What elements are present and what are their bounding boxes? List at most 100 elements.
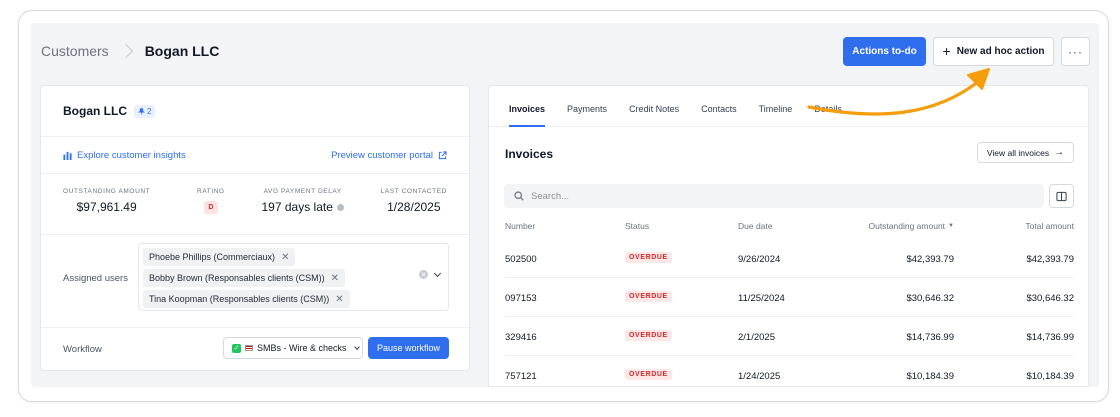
stat-label: OUTSTANDING AMOUNT bbox=[63, 188, 151, 195]
outstanding-amount: $42,393.79 bbox=[906, 254, 954, 265]
more-options-button[interactable]: ··· bbox=[1061, 37, 1090, 66]
tab-credit-notes[interactable]: Credit Notes bbox=[618, 104, 690, 126]
invoice-number: 757121 bbox=[505, 371, 537, 382]
search-input[interactable] bbox=[531, 190, 1011, 202]
customer-links: Explore customer insights Preview custom… bbox=[41, 137, 469, 174]
multiselect-controls: ✕ bbox=[419, 269, 442, 279]
stat-label: AVG PAYMENT DELAY bbox=[263, 188, 342, 195]
screenshot-frame: Customers Bogan LLC Actions to-do + New … bbox=[18, 10, 1109, 402]
check-icon: ✓ bbox=[232, 343, 241, 353]
workflow-value: SMBs - Wire & checks bbox=[257, 343, 347, 353]
new-ad-hoc-action-button[interactable]: + New ad hoc action bbox=[933, 37, 1054, 66]
invoice-number: 502500 bbox=[505, 254, 537, 265]
pin-count-badge[interactable]: 2 bbox=[134, 104, 156, 118]
remove-icon[interactable]: ✕ bbox=[331, 273, 339, 284]
workflow-select[interactable]: ✓ SMBs - Wire & checks bbox=[223, 337, 363, 359]
stat-value: 197 days late bbox=[261, 200, 333, 214]
pin-count: 2 bbox=[147, 106, 152, 116]
arrow-right-icon: → bbox=[1054, 147, 1065, 158]
column-outstanding-label: Outstanding amount bbox=[868, 221, 946, 231]
workflow-section: Workflow ✓ SMBs - Wire & checks Pause wo… bbox=[41, 328, 469, 370]
invoice-number: 097153 bbox=[505, 293, 537, 304]
pin-icon bbox=[138, 107, 145, 115]
stat-avg-payment-delay: AVG PAYMENT DELAY 197 days late bbox=[262, 188, 344, 234]
table-row[interactable]: 097153 OVERDUE 11/25/2024 $30,646.32 $30… bbox=[505, 278, 1074, 317]
view-all-invoices-button[interactable]: View all invoices → bbox=[977, 142, 1074, 163]
info-icon[interactable] bbox=[336, 203, 344, 211]
outstanding-amount: $14,736.99 bbox=[906, 332, 954, 343]
stat-last-contacted: LAST CONTACTED 1/28/2025 bbox=[381, 188, 447, 234]
actions-todo-button[interactable]: Actions to-do bbox=[843, 37, 926, 66]
sort-desc-icon: ▼ bbox=[948, 223, 954, 229]
user-chip: Phoebe Phillips (Commerciaux) ✕ bbox=[143, 248, 296, 266]
invoices-panel: Invoices Payments Credit Notes Contacts … bbox=[488, 85, 1089, 387]
status-badge: OVERDUE bbox=[625, 252, 672, 263]
column-status[interactable]: Status bbox=[625, 221, 649, 231]
preview-portal-link[interactable]: Preview customer portal bbox=[331, 150, 447, 161]
preview-portal-label: Preview customer portal bbox=[331, 149, 433, 161]
due-date: 1/24/2025 bbox=[738, 371, 781, 382]
chevron-down-icon[interactable] bbox=[433, 269, 442, 277]
table-row[interactable]: 502500 OVERDUE 9/26/2024 $42,393.79 $42,… bbox=[505, 239, 1074, 278]
plus-icon: + bbox=[942, 42, 951, 59]
assigned-users-section: Assigned users Phoebe Phillips (Commerci… bbox=[41, 235, 469, 328]
user-chip-label: Tina Koopman (Responsables clients (CSM)… bbox=[149, 294, 330, 304]
due-date: 9/26/2024 bbox=[738, 254, 781, 265]
stat-value: 1/28/2025 bbox=[387, 200, 441, 214]
search-bar bbox=[504, 184, 1044, 208]
breadcrumb-customers-link[interactable]: Customers bbox=[41, 43, 109, 59]
due-date: 2/1/2025 bbox=[738, 332, 775, 343]
rating-badge: D bbox=[203, 201, 218, 214]
table-row[interactable]: 757121 OVERDUE 1/24/2025 $10,184.39 $10,… bbox=[505, 356, 1074, 386]
remove-icon[interactable]: ✕ bbox=[335, 294, 343, 305]
stat-value-row: 197 days late bbox=[262, 200, 344, 214]
stat-outstanding-amount: OUTSTANDING AMOUNT $97,961.49 bbox=[63, 188, 150, 234]
status-badge: OVERDUE bbox=[625, 291, 672, 302]
explore-insights-label: Explore customer insights bbox=[77, 149, 186, 161]
view-all-label: View all invoices bbox=[986, 147, 1050, 158]
search-icon bbox=[514, 191, 524, 201]
stat-label: RATING bbox=[197, 188, 225, 195]
column-number[interactable]: Number bbox=[505, 221, 535, 231]
columns-toggle-button[interactable] bbox=[1049, 184, 1074, 208]
pause-workflow-button[interactable]: Pause workflow bbox=[368, 337, 449, 359]
tab-details[interactable]: Details bbox=[803, 104, 853, 126]
columns-icon bbox=[1056, 191, 1067, 201]
bar-chart-icon bbox=[63, 151, 72, 160]
assigned-users-label: Assigned users bbox=[63, 273, 128, 284]
status-badge: OVERDUE bbox=[625, 369, 672, 380]
table-row[interactable]: 329416 OVERDUE 2/1/2025 $14,736.99 $14,7… bbox=[505, 317, 1074, 356]
app-window: Customers Bogan LLC Actions to-do + New … bbox=[31, 23, 1099, 387]
total-amount: $14,736.99 bbox=[1026, 332, 1074, 343]
column-outstanding-amount[interactable]: Outstanding amount ▼ bbox=[868, 221, 954, 231]
user-chip: Bobby Brown (Responsables clients (CSM))… bbox=[143, 269, 345, 287]
tab-invoices[interactable]: Invoices bbox=[509, 104, 556, 127]
tab-payments[interactable]: Payments bbox=[556, 104, 618, 126]
outstanding-amount: $10,184.39 bbox=[906, 371, 954, 382]
tab-timeline[interactable]: Timeline bbox=[748, 104, 804, 126]
user-chip: Tina Koopman (Responsables clients (CSM)… bbox=[143, 290, 350, 308]
table-header: Number Status Due date Outstanding amoun… bbox=[505, 221, 1074, 235]
explore-insights-link[interactable]: Explore customer insights bbox=[63, 150, 186, 161]
page-title: Bogan LLC bbox=[144, 43, 220, 59]
tab-bar: Invoices Payments Credit Notes Contacts … bbox=[489, 86, 1088, 127]
flag-icon bbox=[245, 345, 253, 351]
assigned-users-multiselect[interactable]: Phoebe Phillips (Commerciaux) ✕ Bobby Br… bbox=[138, 243, 449, 311]
new-ad-hoc-action-label: New ad hoc action bbox=[956, 46, 1045, 57]
total-amount: $42,393.79 bbox=[1026, 254, 1074, 265]
external-link-icon bbox=[438, 150, 447, 159]
column-total-amount[interactable]: Total amount bbox=[1025, 221, 1074, 231]
column-due-date[interactable]: Due date bbox=[738, 221, 773, 231]
total-amount: $30,646.32 bbox=[1026, 293, 1074, 304]
workflow-label: Workflow bbox=[63, 344, 102, 355]
company-header: Bogan LLC 2 bbox=[41, 86, 469, 137]
chevron-down-icon bbox=[353, 344, 360, 350]
stat-value: $97,961.49 bbox=[76, 200, 137, 214]
due-date: 11/25/2024 bbox=[738, 293, 785, 304]
user-chip-label: Bobby Brown (Responsables clients (CSM)) bbox=[149, 273, 325, 283]
remove-icon[interactable]: ✕ bbox=[281, 252, 289, 263]
breadcrumb: Customers Bogan LLC bbox=[41, 43, 219, 59]
company-name: Bogan LLC bbox=[63, 104, 127, 118]
tab-contacts[interactable]: Contacts bbox=[690, 104, 748, 126]
clear-all-icon[interactable]: ✕ bbox=[419, 270, 428, 279]
